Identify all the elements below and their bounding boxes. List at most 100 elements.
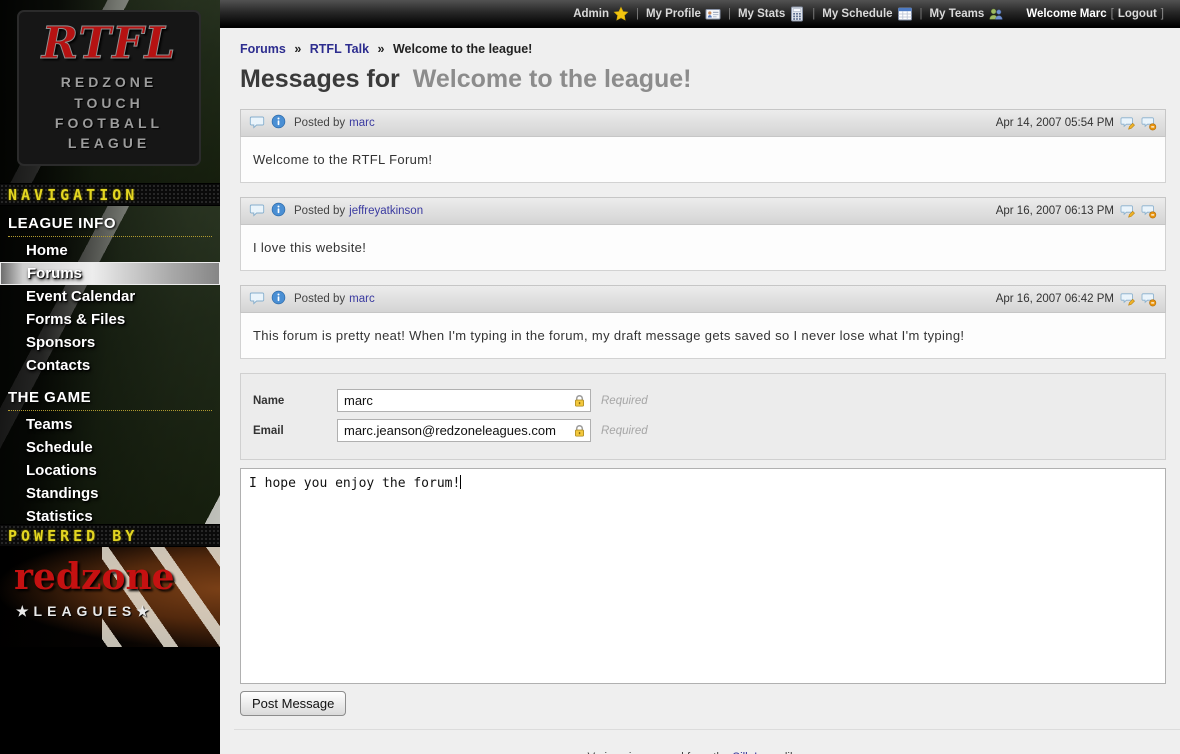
sidebar-item-schedule[interactable]: Schedule	[0, 436, 220, 459]
message-actions	[1120, 115, 1157, 131]
logout-bracket: [	[1111, 8, 1114, 20]
topbar-separator: |	[728, 8, 731, 20]
sidebar-item-teams[interactable]: Teams	[0, 413, 220, 436]
message-author-link[interactable]: marc	[349, 117, 375, 129]
info-icon[interactable]	[271, 290, 286, 308]
menu-header-league-info: LEAGUE INFO	[8, 213, 212, 237]
rtfl-logo: RTFL REDZONE TOUCH FOOTBALL LEAGUE	[17, 10, 201, 166]
message-textarea[interactable]: I hope you enjoy the forum!	[240, 468, 1166, 684]
topbar-my-teams-link[interactable]: My Teams	[930, 6, 1005, 22]
redzone-leagues-logo: redzone ★LEAGUES★	[0, 547, 220, 647]
post-message-button[interactable]: Post Message	[240, 691, 346, 716]
logo-line: REDZONE	[55, 72, 163, 92]
breadcrumb-rtfl-talk-link[interactable]: RTFL Talk	[310, 42, 369, 56]
logo-line: LEAGUE	[55, 133, 163, 153]
name-label: Name	[253, 395, 337, 407]
bottom-divider	[234, 729, 1180, 730]
footer-line-icons: Various icons used from the Silk Icons l…	[240, 745, 1166, 754]
message-body: This forum is pretty neat! When I'm typi…	[240, 313, 1166, 359]
posted-by-label: Posted by	[294, 117, 345, 129]
name-input[interactable]	[337, 389, 591, 412]
page-title-topic: Welcome to the league!	[413, 65, 692, 93]
topbar-admin-label: Admin	[573, 8, 609, 20]
sidebar-item-home[interactable]: Home	[0, 239, 220, 262]
sidebar-menu: LEAGUE INFO Home Forums Event Calendar F…	[0, 206, 220, 524]
topbar-my-stats-link[interactable]: My Stats	[738, 6, 805, 22]
breadcrumb-forums-link[interactable]: Forums	[240, 42, 286, 56]
breadcrumb-separator: »	[294, 42, 301, 56]
message-actions	[1120, 203, 1157, 219]
topbar-my-teams-label: My Teams	[930, 8, 985, 20]
message-post: Posted by jeffreyatkinson Apr 16, 2007 0…	[240, 197, 1166, 271]
info-icon[interactable]	[271, 114, 286, 132]
star-icon	[613, 6, 629, 22]
sidebar: RTFL REDZONE TOUCH FOOTBALL LEAGUE NAVIG…	[0, 0, 220, 754]
page-title-prefix: Messages for	[240, 65, 400, 93]
topbar-separator: |	[636, 8, 639, 20]
text-caret	[460, 475, 461, 489]
topbar-my-schedule-link[interactable]: My Schedule	[822, 6, 912, 22]
edit-comment-icon[interactable]	[1120, 291, 1136, 307]
required-label: Required	[601, 395, 648, 407]
message-header-icons	[249, 114, 286, 133]
page-title: Messages for Welcome to the league!	[240, 65, 1166, 94]
message-header-icons	[249, 202, 286, 221]
topbar-separator: |	[812, 8, 815, 20]
edit-comment-icon[interactable]	[1120, 115, 1136, 131]
message-textarea-value: I hope you enjoy the forum!	[249, 476, 460, 491]
comment-icon	[249, 114, 265, 133]
delete-comment-icon[interactable]	[1141, 291, 1157, 307]
edit-comment-icon[interactable]	[1120, 203, 1136, 219]
info-icon[interactable]	[271, 202, 286, 220]
rtfl-logo-text: RTFL	[42, 22, 177, 66]
message-header: Posted by marc Apr 14, 2007 05:54 PM	[240, 109, 1166, 137]
sidebar-item-sponsors[interactable]: Sponsors	[0, 331, 220, 354]
message-post: Posted by marc Apr 16, 2007 06:42 PM Thi…	[240, 285, 1166, 359]
topbar-separator: |	[920, 8, 923, 20]
topbar-admin-link[interactable]: Admin	[573, 6, 629, 22]
schedule-icon	[897, 6, 913, 22]
logout-bracket: ]	[1161, 8, 1164, 20]
topbar-my-profile-link[interactable]: My Profile	[646, 6, 721, 22]
footer: Various icons used from the Silk Icons l…	[240, 745, 1166, 754]
powered-by-led-header: POWERED BY	[0, 524, 220, 547]
sidebar-filler	[0, 647, 220, 754]
logout-link[interactable]: Logout	[1118, 8, 1157, 20]
vcard-icon	[705, 6, 721, 22]
sidebar-item-contacts[interactable]: Contacts	[0, 354, 220, 377]
page: RTFL REDZONE TOUCH FOOTBALL LEAGUE NAVIG…	[0, 0, 1180, 754]
delete-comment-icon[interactable]	[1141, 203, 1157, 219]
topbar-my-schedule-label: My Schedule	[822, 8, 892, 20]
message-header: Posted by marc Apr 16, 2007 06:42 PM	[240, 285, 1166, 313]
email-input[interactable]	[337, 419, 591, 442]
sidebar-item-standings[interactable]: Standings	[0, 482, 220, 505]
message-header-icons	[249, 290, 286, 309]
message-author-link[interactable]: jeffreyatkinson	[349, 205, 423, 217]
message-date: Apr 16, 2007 06:13 PM	[996, 205, 1114, 217]
sidebar-item-forums[interactable]: Forums	[0, 262, 220, 285]
post-form: Name Required Email Required	[240, 373, 1166, 460]
sidebar-item-locations[interactable]: Locations	[0, 459, 220, 482]
delete-comment-icon[interactable]	[1141, 115, 1157, 131]
sidebar-item-event-calendar[interactable]: Event Calendar	[0, 285, 220, 308]
email-input-wrap	[337, 419, 591, 442]
breadcrumb: Forums » RTFL Talk » Welcome to the leag…	[240, 42, 1166, 56]
required-label: Required	[601, 425, 648, 437]
breadcrumb-separator: »	[378, 42, 385, 56]
lock-icon	[572, 393, 587, 414]
name-row: Name Required	[253, 389, 1153, 412]
sidebar-item-forms-files[interactable]: Forms & Files	[0, 308, 220, 331]
leagues-logo-text: ★LEAGUES★	[16, 603, 154, 620]
topbar: Admin | My Profile | My Stats | My Sched…	[220, 0, 1180, 28]
lock-icon	[572, 423, 587, 444]
topbar-my-profile-label: My Profile	[646, 8, 701, 20]
main-content: Forums » RTFL Talk » Welcome to the leag…	[220, 28, 1180, 754]
rtfl-logo-subtitle: REDZONE TOUCH FOOTBALL LEAGUE	[55, 72, 163, 153]
message-header: Posted by jeffreyatkinson Apr 16, 2007 0…	[240, 197, 1166, 225]
email-label: Email	[253, 425, 337, 437]
message-author-link[interactable]: marc	[349, 293, 375, 305]
name-input-wrap	[337, 389, 591, 412]
email-row: Email Required	[253, 419, 1153, 442]
welcome-user-label: Welcome Marc	[1026, 8, 1106, 20]
sidebar-field-top: RTFL REDZONE TOUCH FOOTBALL LEAGUE	[0, 0, 220, 183]
